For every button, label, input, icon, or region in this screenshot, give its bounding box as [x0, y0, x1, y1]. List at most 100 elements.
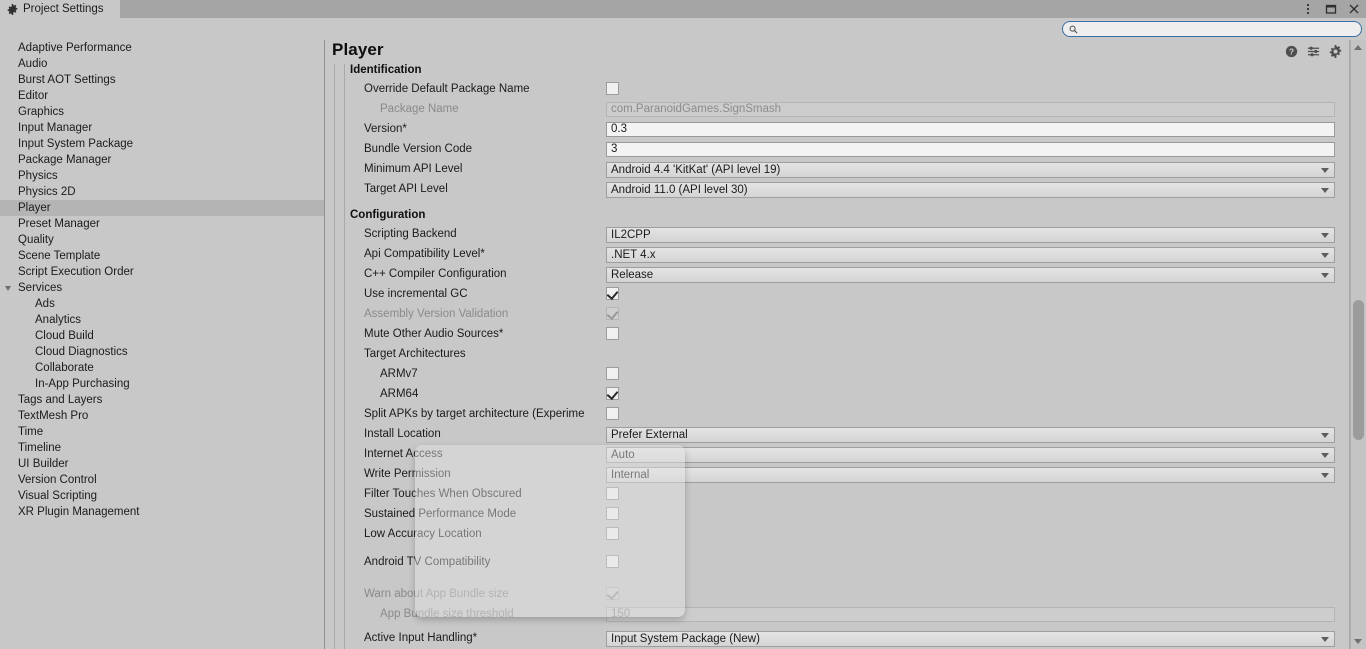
setting-row: Warn about App Bundle size [326, 584, 1348, 604]
setting-checkbox[interactable] [606, 367, 619, 380]
sidebar-item-visual-scripting[interactable]: Visual Scripting [0, 488, 324, 504]
setting-checkbox[interactable] [606, 387, 619, 401]
setting-row: Assembly Version Validation [326, 304, 1348, 324]
setting-label: Version* [364, 123, 407, 135]
search-input[interactable] [1082, 23, 1352, 35]
sidebar-item-input-system-package[interactable]: Input System Package [0, 136, 324, 152]
dropdown-value: Android 4.4 'KitKat' (API level 19) [611, 164, 781, 176]
setting-dropdown[interactable]: Release [606, 267, 1335, 283]
sidebar-item-label: Physics [18, 170, 58, 182]
close-icon[interactable] [1348, 3, 1360, 15]
setting-label: Warn about App Bundle size [364, 588, 509, 600]
vertical-scrollbar[interactable] [1349, 40, 1366, 649]
setting-checkbox[interactable] [606, 327, 619, 340]
sidebar-item-audio[interactable]: Audio [0, 56, 324, 72]
section-title: Configuration [350, 209, 426, 221]
kebab-menu-icon[interactable] [1302, 3, 1314, 15]
sidebar-item-preset-manager[interactable]: Preset Manager [0, 216, 324, 232]
sidebar-item-script-execution-order[interactable]: Script Execution Order [0, 264, 324, 280]
settings-sidebar[interactable]: Adaptive Performance Audio Burst AOT Setti… [0, 40, 325, 649]
sidebar-item-cloud-build[interactable]: Cloud Build [0, 328, 324, 344]
dropdown-value: Input System Package (New) [611, 633, 760, 645]
setting-label: Scripting Backend [364, 228, 457, 240]
sidebar-item-collaborate[interactable]: Collaborate [0, 360, 324, 376]
setting-label: App Bundle size threshold [380, 608, 514, 620]
setting-checkbox[interactable] [606, 287, 619, 301]
sidebar-item-label: Adaptive Performance [18, 42, 132, 54]
sidebar-item-editor[interactable]: Editor [0, 88, 324, 104]
setting-checkbox[interactable] [606, 527, 619, 540]
setting-label: ARM64 [380, 388, 419, 400]
sidebar-item-in-app-purchasing[interactable]: In-App Purchasing [0, 376, 324, 392]
sidebar-item-input-manager[interactable]: Input Manager [0, 120, 324, 136]
setting-label: Internet Access [364, 448, 443, 460]
tab-project-settings[interactable]: Project Settings [0, 0, 120, 18]
setting-row: Bundle Version Code 3 [326, 139, 1348, 159]
setting-text-field[interactable]: 3 [606, 142, 1335, 157]
maximize-icon[interactable] [1325, 3, 1337, 15]
sidebar-item-quality[interactable]: Quality [0, 232, 324, 248]
scroll-up-arrow-icon[interactable] [1354, 45, 1362, 50]
sidebar-item-timeline[interactable]: Timeline [0, 440, 324, 456]
setting-label: Mute Other Audio Sources* [364, 328, 504, 340]
sidebar-item-ui-builder[interactable]: UI Builder [0, 456, 324, 472]
help-icon[interactable]: ? [1285, 45, 1298, 58]
sidebar-item-analytics[interactable]: Analytics [0, 312, 324, 328]
gear-icon [7, 3, 18, 15]
sidebar-item-services[interactable]: Services [0, 280, 324, 296]
sidebar-item-adaptive-performance[interactable]: Adaptive Performance [0, 40, 324, 56]
sidebar-item-label: Input System Package [18, 138, 134, 150]
setting-dropdown[interactable]: .NET 4.x [606, 247, 1335, 263]
chevron-down-icon[interactable] [5, 286, 11, 291]
sidebar-item-ads[interactable]: Ads [0, 296, 324, 312]
setting-label: Target Architectures [364, 348, 466, 360]
sidebar-item-label: Graphics [18, 106, 65, 118]
setting-checkbox[interactable] [606, 407, 619, 420]
preset-icon[interactable] [1307, 45, 1320, 58]
sidebar-item-physics-2d[interactable]: Physics 2D [0, 184, 324, 200]
sidebar-item-label: TextMesh Pro [18, 410, 89, 422]
sidebar-item-cloud-diagnostics[interactable]: Cloud Diagnostics [0, 344, 324, 360]
sidebar-item-graphics[interactable]: Graphics [0, 104, 324, 120]
setting-dropdown[interactable]: Prefer External [606, 427, 1335, 443]
setting-dropdown[interactable]: IL2CPP [606, 227, 1335, 243]
dropdown-value: IL2CPP [611, 229, 651, 241]
sidebar-item-label: Physics 2D [18, 186, 76, 198]
chevron-down-icon [1321, 273, 1329, 278]
sidebar-item-player[interactable]: Player [0, 200, 324, 216]
setting-label: Bundle Version Code [364, 143, 473, 155]
setting-text-field[interactable]: 0.3 [606, 122, 1335, 137]
sidebar-item-physics[interactable]: Physics [0, 168, 324, 184]
setting-checkbox[interactable] [606, 555, 619, 568]
window-controls [1302, 0, 1360, 18]
sidebar-item-scene-template[interactable]: Scene Template [0, 248, 324, 264]
scrollbar-thumb[interactable] [1353, 300, 1364, 440]
scroll-down-arrow-icon[interactable] [1354, 639, 1362, 644]
sidebar-item-label: Analytics [35, 314, 82, 326]
setting-text-field: 150 [606, 607, 1335, 622]
search-field-wrapper[interactable] [1062, 21, 1362, 37]
sidebar-item-xr-plugin-management[interactable]: XR Plugin Management [0, 504, 324, 520]
sidebar-item-label: Time [18, 426, 44, 438]
setting-dropdown[interactable]: Android 11.0 (API level 30) [606, 182, 1335, 198]
setting-dropdown[interactable]: Internal [606, 467, 1335, 483]
sidebar-item-burst-aot-settings[interactable]: Burst AOT Settings [0, 72, 324, 88]
tab-label: Project Settings [23, 3, 104, 15]
setting-dropdown[interactable]: Android 4.4 'KitKat' (API level 19) [606, 162, 1335, 178]
sidebar-item-time[interactable]: Time [0, 424, 324, 440]
setting-dropdown[interactable]: Input System Package (New) [606, 631, 1335, 647]
setting-row: Scripting Backend IL2CPP [326, 224, 1348, 244]
sidebar-item-version-control[interactable]: Version Control [0, 472, 324, 488]
setting-row: ARMv7 [326, 364, 1348, 384]
setting-dropdown[interactable]: Auto [606, 447, 1335, 463]
sidebar-item-tags-and-layers[interactable]: Tags and Layers [0, 392, 324, 408]
gear-icon[interactable] [1329, 45, 1342, 58]
setting-checkbox[interactable] [606, 507, 619, 520]
sidebar-item-textmesh-pro[interactable]: TextMesh Pro [0, 408, 324, 424]
sidebar-item-package-manager[interactable]: Package Manager [0, 152, 324, 168]
setting-checkbox[interactable] [606, 487, 619, 500]
setting-checkbox[interactable] [606, 82, 619, 95]
setting-row: Internet Access Auto [326, 444, 1348, 464]
sidebar-item-label: Quality [18, 234, 54, 246]
setting-label: Assembly Version Validation [364, 308, 509, 320]
